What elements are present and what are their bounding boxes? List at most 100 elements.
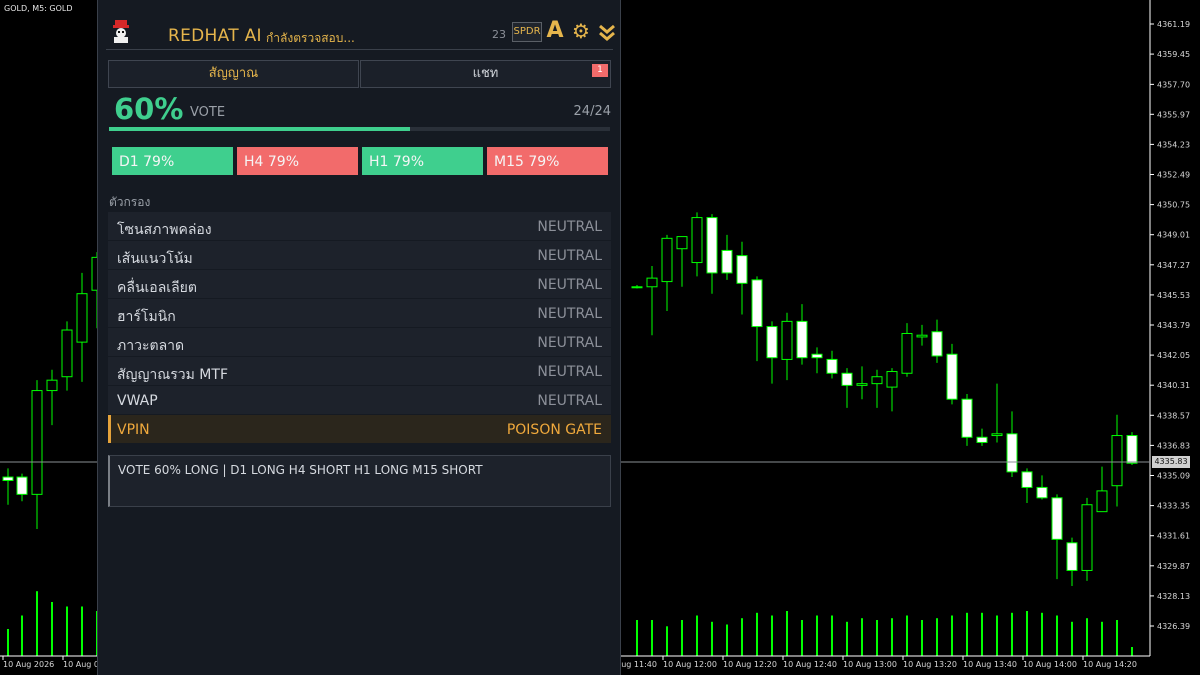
chevron-double-down-icon[interactable] — [596, 18, 618, 44]
time-tick-label: 10 Aug 13:40 — [963, 660, 1017, 669]
bull-candle — [901, 323, 913, 377]
filter-row-alert: VPIN POISON GATE — [108, 415, 611, 443]
bull-candle — [781, 312, 793, 381]
price-tick-label: 4345.53 — [1157, 291, 1190, 300]
chat-unread-badge: 1 — [592, 64, 608, 77]
bear-candle — [721, 234, 733, 280]
time-tick-label: 10 Aug 13:20 — [903, 660, 957, 669]
filter-value: NEUTRAL — [537, 364, 602, 380]
spdr-button[interactable]: SPDR — [512, 22, 542, 42]
price-tick-label: 4342.05 — [1157, 351, 1190, 360]
vote-count: 24/24 — [573, 104, 611, 119]
time-tick-label: 10 Aug 12:00 — [663, 660, 717, 669]
timeframe-d1: D1 79% — [112, 147, 233, 175]
bull-candle — [61, 321, 73, 391]
filter-value: NEUTRAL — [537, 335, 602, 351]
filter-row: โซนสภาพคล่อง NEUTRAL — [108, 212, 611, 240]
bear-candle — [1126, 432, 1138, 465]
bull-candle — [991, 383, 1003, 443]
filter-name: ฮาร์โมนิก — [117, 309, 176, 325]
bull-candle — [1096, 466, 1108, 513]
bear-candle — [931, 319, 943, 363]
filter-value: POISON GATE — [506, 422, 602, 438]
bear-candle — [796, 304, 808, 365]
bear-candle — [841, 368, 853, 408]
bull-candle — [1081, 497, 1093, 581]
bull-candle — [886, 368, 898, 412]
price-tick-label: 4352.49 — [1157, 171, 1190, 180]
bull-candle — [31, 380, 43, 529]
brand-title: REDHAT AI — [168, 26, 262, 46]
bull-candle — [46, 369, 58, 426]
vote-label: VOTE — [190, 105, 226, 120]
bear-candle — [2, 468, 14, 505]
time-tick-label: 10 Aug 14:00 — [1023, 660, 1077, 669]
bear-candle — [766, 321, 778, 384]
bear-candle — [976, 428, 988, 446]
filter-value: NEUTRAL — [537, 393, 602, 409]
filter-value: NEUTRAL — [537, 277, 602, 293]
timeframe-h4: H4 79% — [237, 147, 358, 175]
vote-summary-box: VOTE 60% LONG | D1 LONG H4 SHORT H1 LONG… — [108, 455, 611, 507]
filter-row: สัญญาณรวม MTF NEUTRAL — [108, 357, 611, 385]
filter-row: เส้นแนวโน้ม NEUTRAL — [108, 241, 611, 269]
bull-candle — [916, 324, 928, 346]
filter-name: VPIN — [117, 422, 150, 438]
font-size-icon[interactable]: A — [544, 18, 566, 44]
filter-name: โซนสภาพคล่อง — [117, 222, 212, 238]
summary-text: VOTE 60% LONG | D1 LONG H4 SHORT H1 LONG… — [118, 463, 483, 477]
time-tick-label: 10 Aug 14:20 — [1083, 660, 1137, 669]
bull-candle — [1111, 414, 1123, 507]
gear-icon[interactable]: ⚙ — [570, 18, 592, 44]
bear-candle — [946, 343, 958, 405]
bear-candle — [751, 276, 763, 362]
timeframe-h1: H1 79% — [362, 147, 483, 175]
price-tick-label: 4328.13 — [1157, 592, 1190, 601]
bear-candle — [961, 394, 973, 446]
filters-heading: ตัวกรอง — [109, 195, 151, 209]
price-tick-label: 4357.70 — [1157, 80, 1190, 89]
price-tick-label: 4340.31 — [1157, 381, 1190, 390]
status-text: กำลังตรวจสอบ... — [266, 31, 355, 45]
filter-name: สัญญาณรวม MTF — [117, 367, 228, 383]
price-tick-label: 4335.09 — [1157, 472, 1190, 481]
bull-candle — [76, 272, 88, 382]
current-price-badge: 4335.83 — [1152, 456, 1190, 468]
bear-candle — [706, 214, 718, 294]
price-tick-label: 4331.61 — [1157, 532, 1190, 541]
price-tick-label: 4338.57 — [1157, 411, 1190, 420]
filter-list: โซนสภาพคล่อง NEUTRAL เส้นแนวโน้ม NEUTRAL ค… — [108, 212, 611, 444]
filter-row: ฮาร์โมนิก NEUTRAL — [108, 299, 611, 327]
bear-candle — [1021, 468, 1033, 504]
price-tick-label: 4336.83 — [1157, 441, 1190, 450]
bear-candle — [1036, 475, 1048, 500]
tab-signal[interactable]: สัญญาณ — [108, 60, 359, 88]
price-axis: 4361.19 4359.45 4357.70 4355.97 4354.23 4352.… — [1150, 20, 1190, 631]
bear-candle — [736, 241, 748, 315]
tab-chat[interactable]: แชท 1 — [360, 60, 611, 88]
bull-candle — [856, 366, 868, 400]
price-tick-label: 4329.87 — [1157, 562, 1190, 571]
time-tick-label: 10 Aug 12:40 — [783, 660, 837, 669]
timeframe-row: D1 79% H4 79% H1 79% M15 79% — [112, 147, 608, 175]
bull-candle — [676, 236, 688, 287]
filter-name: เส้นแนวโน้ม — [117, 251, 193, 267]
filter-value: NEUTRAL — [537, 306, 602, 322]
bear-candle — [811, 347, 823, 374]
panel-tabs: สัญญาณ แชท 1 — [108, 60, 611, 90]
filter-name: ภาวะตลาด — [117, 338, 185, 354]
price-tick-label: 4349.01 — [1157, 231, 1190, 240]
price-tick-label: 4361.19 — [1157, 20, 1190, 29]
filter-row: คลื่นเอลเลียต NEUTRAL — [108, 270, 611, 298]
timeframe-m15: M15 79% — [487, 147, 608, 175]
price-tick-label: 4326.39 — [1157, 622, 1190, 631]
bull-candle — [691, 212, 703, 277]
vote-progress-bar — [109, 127, 610, 131]
price-tick-label: 4343.79 — [1157, 321, 1190, 330]
filter-value: NEUTRAL — [537, 219, 602, 235]
bull-candle — [646, 266, 658, 336]
filter-row: ภาวะตลาด NEUTRAL — [108, 328, 611, 356]
time-tick-label: 10 Aug 12:20 — [723, 660, 777, 669]
bear-candle — [1006, 411, 1018, 478]
bull-candle — [661, 234, 673, 311]
